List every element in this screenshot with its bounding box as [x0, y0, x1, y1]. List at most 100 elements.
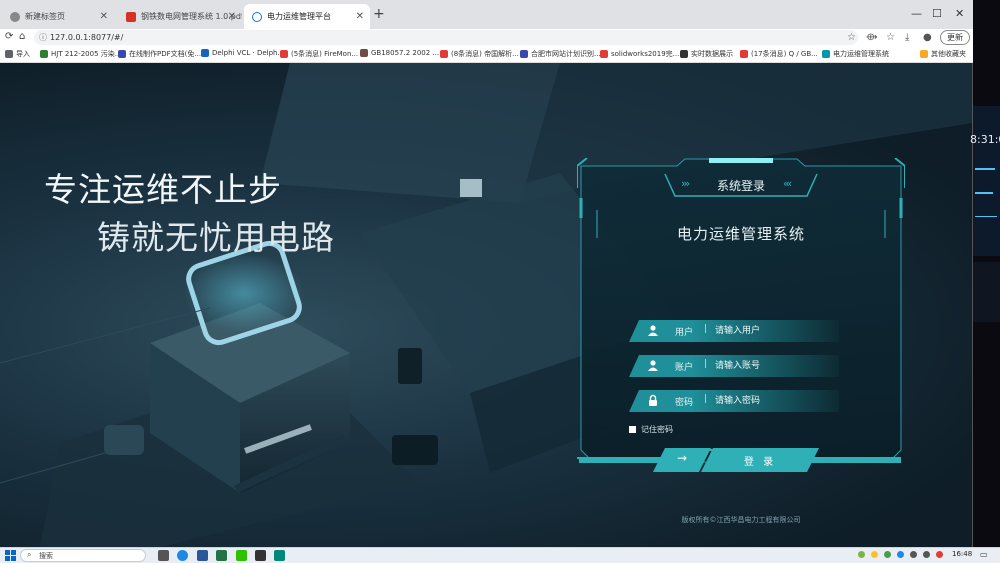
volume-icon[interactable]: [923, 551, 930, 558]
login-label: 登 录: [743, 457, 777, 468]
bookmarks-bar: 导入 HJT 212-2005 污染... 在线制作PDF文档(免... Delphi…: [0, 47, 973, 63]
tab-pdf[interactable]: 钢铁数电网管理系统 1.0.pdf ✕: [118, 4, 242, 29]
panel-title: 系统登录: [716, 179, 765, 193]
globe-icon: [252, 11, 262, 22]
tray-icon[interactable]: [897, 551, 904, 558]
notification-icon[interactable]: ▭: [980, 550, 988, 559]
bookmark-label: 其他收藏夹: [931, 50, 966, 58]
user-icon: [648, 325, 658, 336]
field-separator: |: [704, 324, 708, 334]
username-field[interactable]: 用户 |: [629, 320, 839, 342]
maximize-button[interactable]: ☐: [932, 7, 942, 20]
system-title: 电力运维管理系统: [676, 225, 805, 243]
bookmark-label: 合肥市网站计划识别...: [531, 50, 601, 58]
app-icon[interactable]: [274, 550, 285, 561]
close-icon[interactable]: ✕: [100, 11, 108, 22]
username-input[interactable]: [715, 323, 825, 339]
bookmark-icon: [520, 50, 528, 58]
login-page: 专注运维不止步 铸就无忧用电路 ››› ‹‹‹ 系统登录 电力运维管理系统 用户…: [0, 63, 972, 547]
bookmark-item[interactable]: solidworks2019完...: [600, 49, 679, 59]
profile-icon[interactable]: ●: [923, 32, 932, 43]
taskbar: ⌕ 搜索 16:48 ▭: [0, 547, 1000, 563]
bookmark-label: (8条消息) 帝国解析...: [451, 50, 519, 58]
extensions-icon[interactable]: ⟴: [866, 32, 878, 43]
field-separator: |: [704, 359, 708, 369]
app-icon[interactable]: [255, 550, 266, 561]
bookmark-icon: [680, 50, 688, 58]
excel-icon[interactable]: [216, 550, 227, 561]
panel-frame: [577, 158, 905, 463]
reload-icon[interactable]: ⟳: [5, 31, 13, 42]
bookmark-icon: [280, 50, 288, 58]
account-input[interactable]: [715, 358, 825, 374]
password-input[interactable]: [715, 393, 825, 409]
task-view-icon[interactable]: [158, 550, 169, 561]
new-tab-button[interactable]: +: [373, 6, 385, 22]
taskbar-search[interactable]: ⌕ 搜索: [20, 549, 146, 562]
bookmark-item[interactable]: 其他收藏夹: [920, 49, 966, 59]
copyright-text: 版权所有©江西华昌电力工程有限公司: [681, 516, 801, 524]
favorites-icon[interactable]: ☆: [886, 32, 895, 43]
account-label: 账户: [675, 363, 694, 373]
home-icon[interactable]: ⌂: [19, 31, 25, 42]
username-label: 用户: [675, 328, 694, 338]
bookmark-item[interactable]: 合肥市网站计划识别...: [520, 49, 601, 59]
bookmark-label: 导入: [16, 50, 30, 58]
bookmark-label: GB18057.2 2002 ...: [371, 49, 440, 57]
tab-new-tab[interactable]: 新建标签页 ✕: [2, 4, 114, 29]
pdf-icon: [126, 11, 136, 22]
bookmark-icon: [40, 50, 48, 58]
account-icon: [648, 360, 658, 371]
bookmark-item[interactable]: 实时数据展示: [680, 49, 733, 59]
bookmark-item[interactable]: HJT 212-2005 污染...: [40, 49, 121, 59]
password-field[interactable]: 密码 |: [629, 390, 839, 412]
update-button[interactable]: 更新: [940, 30, 970, 45]
desktop-widget: [973, 106, 1000, 256]
input-method-icon[interactable]: [936, 551, 943, 558]
minimize-button[interactable]: —: [911, 7, 922, 20]
bookmark-icon: [201, 49, 209, 57]
star-icon[interactable]: ☆: [847, 32, 856, 43]
bookmark-label: solidworks2019完...: [611, 50, 680, 58]
window-close-button[interactable]: ✕: [955, 7, 964, 20]
wechat-icon[interactable]: [236, 550, 247, 561]
download-icon[interactable]: ⤓: [905, 32, 909, 43]
bookmark-item[interactable]: (5条消息) FireMon...: [280, 49, 358, 59]
account-field[interactable]: 账户 |: [629, 355, 839, 377]
close-icon[interactable]: ✕: [228, 11, 236, 22]
bookmark-item[interactable]: Delphi VCL · Delph...: [201, 49, 284, 57]
close-icon[interactable]: ✕: [356, 11, 364, 22]
tray-icon[interactable]: [871, 551, 878, 558]
bookmark-item[interactable]: (17条消息) Q / GB...: [740, 49, 818, 59]
browser-window: 新建标签页 ✕ 钢铁数电网管理系统 1.0.pdf ✕ 电力运维管理平台 ✕ +…: [0, 0, 973, 547]
tab-bar: 新建标签页 ✕ 钢铁数电网管理系统 1.0.pdf ✕ 电力运维管理平台 ✕ +…: [0, 0, 973, 29]
login-button[interactable]: 登 录: [701, 448, 819, 472]
tab-title: 新建标签页: [25, 12, 65, 21]
remember-checkbox[interactable]: [629, 426, 636, 433]
bookmark-item[interactable]: (8条消息) 帝国解析...: [440, 49, 519, 59]
windows-start-icon[interactable]: [5, 550, 16, 561]
bookmark-item[interactable]: 导入: [5, 49, 30, 59]
url-input[interactable]: ⓘ 127.0.0.1:8077/#/: [34, 30, 858, 45]
password-label: 密码: [675, 398, 694, 408]
desktop-widget-2: [973, 262, 1000, 322]
bookmark-label: (5条消息) FireMon...: [291, 50, 359, 58]
info-icon: ⓘ: [39, 33, 47, 42]
word-icon[interactable]: [197, 550, 208, 561]
tab-active[interactable]: 电力运维管理平台 ✕: [244, 4, 370, 29]
login-panel: ››› ‹‹‹ 系统登录 电力运维管理系统 用户 | 账户 | 密码: [577, 158, 905, 524]
tray-icon[interactable]: [858, 551, 865, 558]
lock-icon: [649, 394, 657, 406]
bookmark-label: 电力运维管理系统: [833, 50, 889, 58]
bookmark-item[interactable]: GB18057.2 2002 ...: [360, 49, 439, 57]
edge-icon[interactable]: [177, 550, 188, 561]
bookmark-item[interactable]: 电力运维管理系统: [822, 49, 889, 59]
desktop-clock: 8:31:0: [970, 133, 1000, 146]
taskbar-clock[interactable]: 16:48: [952, 550, 972, 558]
tab-title: 电力运维管理平台: [267, 12, 331, 21]
page-icon: [10, 11, 20, 22]
tray-icon[interactable]: [884, 551, 891, 558]
search-placeholder: 搜索: [39, 552, 53, 560]
bookmark-item[interactable]: 在线制作PDF文档(免...: [118, 49, 201, 59]
network-icon[interactable]: [910, 551, 917, 558]
